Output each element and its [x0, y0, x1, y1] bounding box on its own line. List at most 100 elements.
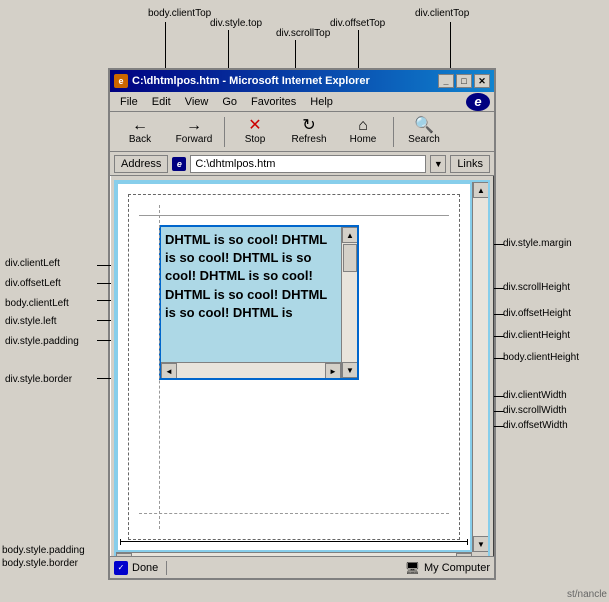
label-body-style-border: body.style.border: [2, 558, 78, 569]
content-area: ▲ ▼ ◄ ► DHTML is so cool! DHTML is so co…: [114, 180, 490, 570]
line-div-scroll-width: [494, 411, 504, 412]
label-div-offset-height: div.offsetHeight: [503, 308, 571, 319]
back-button[interactable]: ← Back: [114, 114, 166, 150]
div-content: DHTML is so cool! DHTML is so cool! DHTM…: [161, 227, 357, 342]
line-div-offset-height: [494, 314, 504, 315]
toolbar-separator-1: [224, 117, 225, 147]
search-button[interactable]: 🔍 Search: [398, 114, 450, 150]
browser-icon: e: [114, 74, 128, 88]
scroll-track-h: [177, 363, 325, 378]
scroll-track-v: [342, 243, 357, 362]
line-div-style-padding: [97, 340, 111, 341]
address-label: Address: [114, 155, 168, 173]
title-bar: e C:\dhtmlpos.htm - Microsoft Internet E…: [110, 70, 494, 92]
label-div-scroll-width: div.scrollWidth: [503, 405, 567, 416]
menu-go[interactable]: Go: [216, 94, 243, 110]
home-icon: ⌂: [358, 118, 368, 134]
close-button[interactable]: ✕: [474, 74, 490, 88]
stop-label: Stop: [245, 134, 266, 145]
address-dropdown[interactable]: ▼: [430, 155, 446, 173]
status-done-text: Done: [132, 562, 158, 574]
scroll-h[interactable]: ◄ ►: [161, 362, 341, 378]
line-body-client-height: [494, 358, 504, 359]
menu-edit[interactable]: Edit: [146, 94, 177, 110]
line-div-offset-left: [97, 283, 111, 284]
line-div-scroll-height: [494, 288, 504, 289]
main-scroll-down[interactable]: ▼: [473, 536, 489, 552]
search-label: Search: [408, 134, 440, 145]
address-input[interactable]: C:\dhtmlpos.htm: [190, 155, 426, 173]
label-body-client-left: body.clientLeft: [5, 298, 69, 309]
links-button[interactable]: Links: [450, 155, 490, 173]
page-content: ▲ ▼ ◄ ► DHTML is so cool! DHTML is so co…: [118, 184, 470, 550]
refresh-label: Refresh: [291, 134, 326, 145]
forward-icon: →: [186, 118, 202, 134]
home-button[interactable]: ⌂ Home: [337, 114, 389, 150]
line-div-style-left: [97, 320, 111, 321]
scroll-right-button[interactable]: ►: [325, 363, 341, 379]
label-div-style-padding: div.style.padding: [5, 336, 79, 347]
scroll-down-button[interactable]: ▼: [342, 362, 358, 378]
toolbar: ← Back → Forward ✕ Stop ↻ Refresh ⌂ Home…: [110, 112, 494, 152]
main-scroll-up[interactable]: ▲: [473, 182, 489, 198]
refresh-icon: ↻: [302, 118, 315, 134]
label-div-style-border: div.style.border: [5, 374, 72, 385]
scroll-thumb-v[interactable]: [343, 244, 357, 272]
scroll-div[interactable]: ▲ ▼ ◄ ► DHTML is so cool! DHTML is so co…: [159, 225, 359, 380]
menu-file[interactable]: File: [114, 94, 144, 110]
forward-button[interactable]: → Forward: [168, 114, 220, 150]
search-icon: 🔍: [414, 118, 434, 134]
label-div-style-left: div.style.left: [5, 316, 57, 327]
browser-title: C:\dhtmlpos.htm - Microsoft Internet Exp…: [132, 75, 370, 87]
line-div-style-margin: [494, 244, 504, 245]
address-icon: e: [172, 157, 186, 171]
minimize-button[interactable]: _: [438, 74, 454, 88]
toolbar-separator-2: [393, 117, 394, 147]
status-computer-text: My Computer: [424, 562, 490, 574]
maximize-button[interactable]: □: [456, 74, 472, 88]
back-icon: ←: [132, 118, 148, 134]
address-bar: Address e C:\dhtmlpos.htm ▼ Links: [110, 152, 494, 176]
line-body-client-left: [97, 300, 111, 301]
line-div-style-border: [97, 378, 111, 379]
line-div-client-left: [97, 265, 111, 266]
menu-favorites[interactable]: Favorites: [245, 94, 302, 110]
label-body-client-top: body.clientTop: [148, 8, 211, 19]
outer-dashed-border: ▲ ▼ ◄ ► DHTML is so cool! DHTML is so co…: [128, 194, 460, 540]
home-label: Home: [350, 134, 377, 145]
menu-view[interactable]: View: [179, 94, 215, 110]
main-scroll-track: [473, 198, 488, 536]
label-div-client-height: div.clientHeight: [503, 330, 570, 341]
label-div-client-top: div.clientTop: [415, 8, 469, 19]
stop-button[interactable]: ✕ Stop: [229, 114, 281, 150]
computer-icon: 🖥: [405, 561, 420, 575]
label-div-style-margin: div.style.margin: [503, 238, 572, 249]
status-computer-section: 🖥 My Computer: [405, 561, 490, 575]
status-bar: ✓ Done 🖥 My Computer: [110, 556, 494, 578]
menu-help[interactable]: Help: [304, 94, 339, 110]
label-div-client-width: div.clientWidth: [503, 390, 567, 401]
refresh-button[interactable]: ↻ Refresh: [283, 114, 335, 150]
stop-icon: ✕: [248, 118, 261, 134]
scroll-v[interactable]: ▲ ▼: [341, 227, 357, 378]
label-div-scroll-top: div.scrollTop: [276, 28, 330, 39]
line-div-offset-width: [494, 426, 504, 427]
label-div-client-left: div.clientLeft: [5, 258, 60, 269]
scroll-up-button[interactable]: ▲: [342, 227, 358, 243]
watermark: st/nancle: [567, 589, 607, 600]
ie-logo: e: [466, 93, 490, 111]
line-div-client-height: [494, 336, 504, 337]
status-done-section: ✓ Done: [114, 561, 167, 575]
label-div-offset-top: div.offsetTop: [330, 18, 385, 29]
label-body-style-padding: body.style.padding: [2, 545, 85, 556]
scroll-left-button[interactable]: ◄: [161, 363, 177, 379]
main-scroll-v[interactable]: ▲ ▼: [472, 182, 488, 552]
status-page-icon: ✓: [114, 561, 128, 575]
label-div-offset-left: div.offsetLeft: [5, 278, 61, 289]
label-body-client-height: body.clientHeight: [503, 352, 579, 363]
label-div-style-top: div.style.top: [210, 18, 262, 29]
menu-bar: File Edit View Go Favorites Help e: [110, 92, 494, 112]
back-label: Back: [129, 134, 151, 145]
label-div-offset-width: div.offsetWidth: [503, 420, 568, 431]
line-div-client-width: [494, 396, 504, 397]
